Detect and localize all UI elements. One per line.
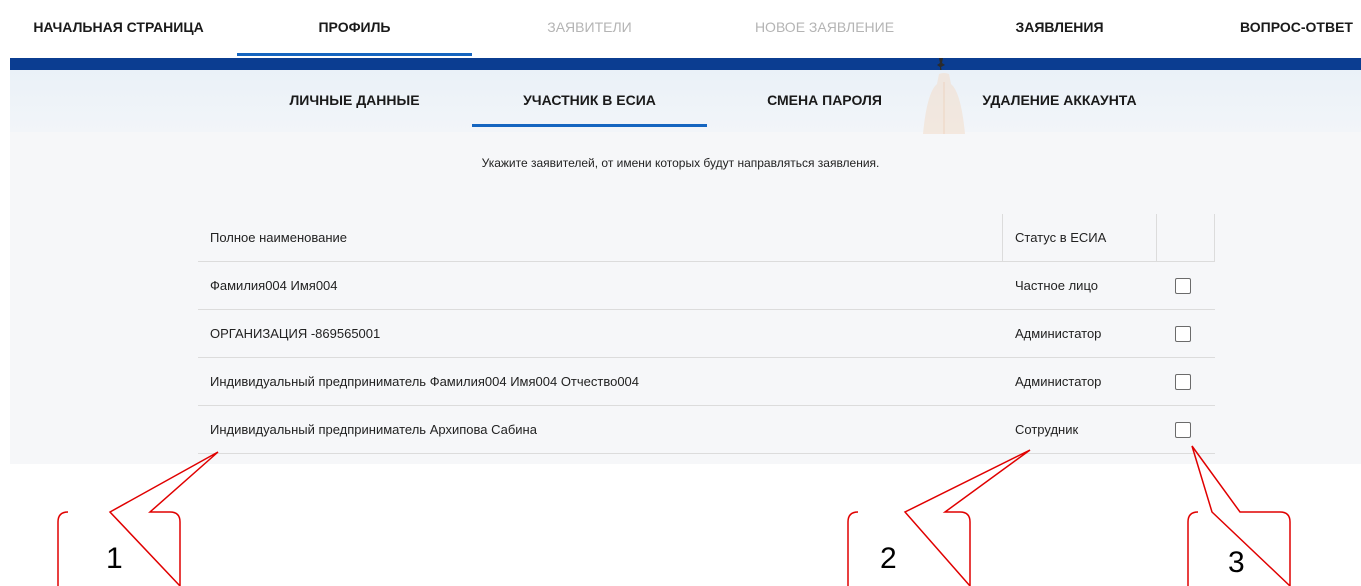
active-subtab-indicator bbox=[472, 124, 707, 127]
nav-tab-faq[interactable]: ВОПРОС-ОТВЕТ bbox=[1177, 0, 1361, 58]
table-row: Индивидуальный предприниматель Фамилия00… bbox=[198, 358, 1215, 406]
subtab-change-password[interactable]: СМЕНА ПАРОЛЯ bbox=[707, 70, 942, 130]
row-select-checkbox[interactable] bbox=[1175, 326, 1191, 342]
header-esia-status: Статус в ЕСИА bbox=[1015, 230, 1107, 245]
row-select-checkbox[interactable] bbox=[1175, 422, 1191, 438]
row-esia-status: Сотрудник bbox=[1015, 422, 1079, 437]
row-full-name: Индивидуальный предприниматель Архипова … bbox=[210, 422, 537, 437]
nav-tab-applicants[interactable]: ЗАЯВИТЕЛИ bbox=[472, 0, 707, 58]
callout-3-number: 3 bbox=[1228, 546, 1245, 579]
row-full-name: ОРГАНИЗАЦИЯ -869565001 bbox=[210, 326, 381, 341]
nav-tab-home[interactable]: НАЧАЛЬНАЯ СТРАНИЦА bbox=[0, 0, 237, 58]
nav-tab-new-application[interactable]: НОВОЕ ЗАЯВЛЕНИЕ bbox=[707, 0, 942, 58]
header-full-name: Полное наименование bbox=[210, 230, 348, 245]
subtab-delete-account[interactable]: УДАЛЕНИЕ АККАУНТА bbox=[942, 70, 1177, 130]
nav-tab-applications[interactable]: ЗАЯВЛЕНИЯ bbox=[942, 0, 1177, 58]
row-esia-status: Администатор bbox=[1015, 326, 1102, 341]
row-select-checkbox[interactable] bbox=[1175, 374, 1191, 390]
row-esia-status: Администатор bbox=[1015, 374, 1102, 389]
callout-2-number: 2 bbox=[880, 542, 897, 575]
header-band bbox=[10, 58, 1361, 70]
row-esia-status: Частное лицо bbox=[1015, 278, 1098, 293]
column-divider bbox=[1002, 214, 1003, 262]
page-root: НАЧАЛЬНАЯ СТРАНИЦА ПРОФИЛЬ ЗАЯВИТЕЛИ НОВ… bbox=[0, 0, 1361, 586]
callout-2-shape bbox=[847, 449, 1031, 586]
nav-tab-profile[interactable]: ПРОФИЛЬ bbox=[237, 0, 472, 58]
table-row: Индивидуальный предприниматель Архипова … bbox=[198, 406, 1215, 454]
callout-1-number: 1 bbox=[106, 542, 123, 575]
top-navigation: НАЧАЛЬНАЯ СТРАНИЦА ПРОФИЛЬ ЗАЯВИТЕЛИ НОВ… bbox=[0, 0, 1361, 58]
applicants-table: Полное наименование Статус в ЕСИА Фамили… bbox=[198, 214, 1215, 454]
row-full-name: Индивидуальный предприниматель Фамилия00… bbox=[210, 374, 640, 389]
row-select-checkbox[interactable] bbox=[1175, 278, 1191, 294]
table-row: Фамилия004 Имя004 Частное лицо bbox=[198, 262, 1215, 310]
row-full-name: Фамилия004 Имя004 bbox=[210, 278, 338, 293]
subtab-personal-data[interactable]: ЛИЧНЫЕ ДАННЫЕ bbox=[237, 70, 472, 130]
column-divider bbox=[1214, 214, 1215, 262]
subtab-esia-participant[interactable]: УЧАСТНИК В ЕСИА bbox=[472, 70, 707, 130]
table-header-row: Полное наименование Статус в ЕСИА bbox=[198, 214, 1215, 262]
column-divider bbox=[1156, 214, 1157, 262]
active-tab-indicator bbox=[237, 53, 472, 56]
callout-1-shape bbox=[57, 451, 219, 586]
instruction-text: Укажите заявителей, от имени которых буд… bbox=[481, 156, 880, 170]
table-row: ОРГАНИЗАЦИЯ -869565001 Администатор bbox=[198, 310, 1215, 358]
